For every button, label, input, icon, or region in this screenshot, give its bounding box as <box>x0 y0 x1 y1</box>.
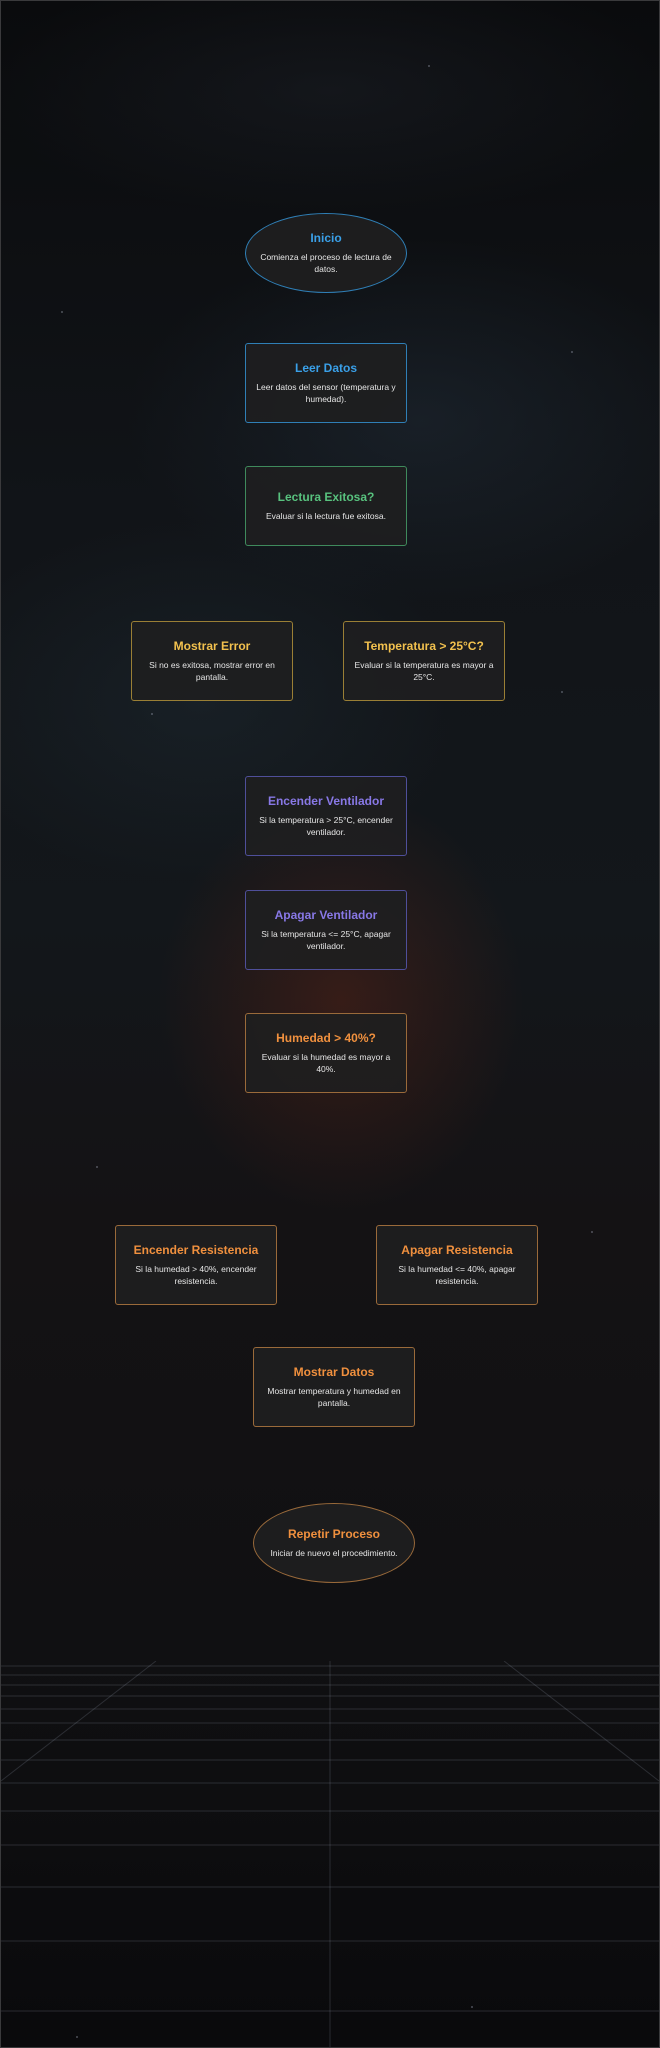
node-title: Lectura Exitosa? <box>277 490 375 504</box>
node-description: Leer datos del sensor (temperatura y hum… <box>256 382 396 404</box>
node-apagar-ventilador: Apagar Ventilador Si la temperatura <= 2… <box>245 890 407 970</box>
node-description: Evaluar si la humedad es mayor a 40%. <box>261 1052 391 1074</box>
background-star <box>428 65 430 67</box>
background-star <box>561 691 563 693</box>
node-description: Si la humedad <= 40%, apagar resistencia… <box>398 1264 516 1286</box>
node-mostrar-datos: Mostrar Datos Mostrar temperatura y hume… <box>253 1347 415 1427</box>
node-description: Evaluar si la temperatura es mayor a 25°… <box>354 660 494 682</box>
node-mostrar-error: Mostrar Error Si no es exitosa, mostrar … <box>131 621 293 701</box>
node-description: Si no es exitosa, mostrar error en panta… <box>149 660 275 682</box>
node-title: Apagar Resistencia <box>401 1243 513 1257</box>
node-title: Humedad > 40%? <box>276 1031 376 1045</box>
node-title: Encender Ventilador <box>267 794 385 808</box>
node-humedad: Humedad > 40%? Evaluar si la humedad es … <box>245 1013 407 1093</box>
node-apagar-resistencia: Apagar Resistencia Si la humedad <= 40%,… <box>376 1225 538 1305</box>
node-repetir-proceso: Repetir Proceso Iniciar de nuevo el proc… <box>253 1503 415 1583</box>
node-description: Iniciar de nuevo el procedimiento. <box>270 1548 398 1558</box>
node-title: Inicio <box>310 231 342 245</box>
node-encender-resistencia: Encender Resistencia Si la humedad > 40%… <box>115 1225 277 1305</box>
node-lectura-exitosa: Lectura Exitosa? Evaluar si la lectura f… <box>245 466 407 546</box>
node-title: Repetir Proceso <box>287 1527 381 1541</box>
background-star <box>61 311 63 313</box>
node-inicio: Inicio Comienza el proceso de lectura de… <box>245 213 407 293</box>
node-title: Mostrar Datos <box>293 1365 375 1379</box>
node-title: Encender Resistencia <box>133 1243 259 1257</box>
background-star <box>96 1166 98 1168</box>
node-temperatura: Temperatura > 25°C? Evaluar si la temper… <box>343 621 505 701</box>
background-star <box>151 713 153 715</box>
node-title: Leer Datos <box>294 361 358 375</box>
node-description: Mostrar temperatura y humedad en pantall… <box>267 1386 401 1408</box>
node-description: Evaluar si la lectura fue exitosa. <box>265 511 386 521</box>
node-encender-ventilador: Encender Ventilador Si la temperatura > … <box>245 776 407 856</box>
node-title: Temperatura > 25°C? <box>364 639 484 653</box>
node-leer-datos: Leer Datos Leer datos del sensor (temper… <box>245 343 407 423</box>
node-description: Si la temperatura <= 25°C, apagar ventil… <box>261 929 391 951</box>
diagram-canvas: Inicio Comienza el proceso de lectura de… <box>0 0 660 2048</box>
background-star <box>591 1231 593 1233</box>
node-description: Comienza el proceso de lectura de datos. <box>260 252 392 274</box>
background-star <box>571 351 573 353</box>
node-title: Apagar Ventilador <box>274 908 378 922</box>
node-description: Si la temperatura > 25°C, encender venti… <box>259 815 393 837</box>
perspective-grid <box>1 1661 659 2047</box>
node-description: Si la humedad > 40%, encender resistenci… <box>135 1264 257 1286</box>
node-title: Mostrar Error <box>173 639 251 653</box>
